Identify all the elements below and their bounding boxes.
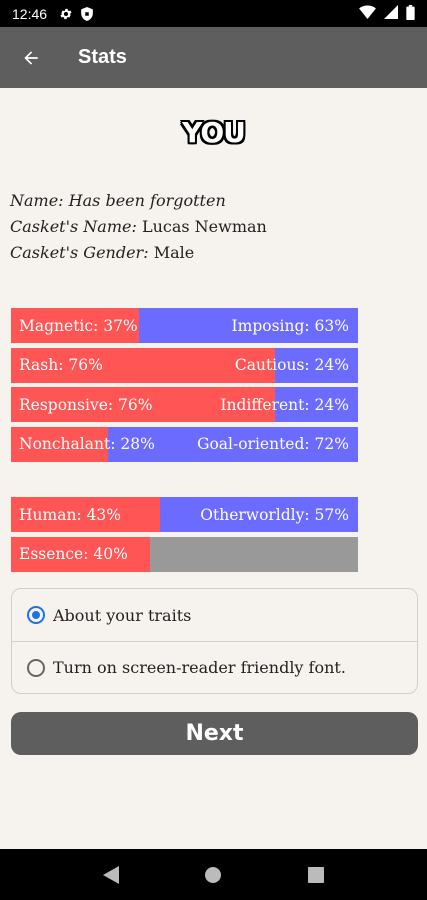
trait-bar: Magnetic: 37% Imposing: 63%: [11, 308, 358, 343]
casket-gender-key: Casket's Gender:: [10, 243, 149, 262]
bar-left-label: Essence: 40%: [19, 545, 128, 563]
option-screen-reader-font[interactable]: Turn on screen-reader friendly font.: [12, 641, 417, 693]
casket-name-line: Casket's Name: Lucas Newman: [10, 214, 267, 240]
essence-bar: Essence: 40%: [11, 536, 358, 572]
character-info: Name: Has been forgotten Casket's Name: …: [10, 188, 267, 266]
bar-right-fill: [149, 536, 358, 572]
casket-gender-value: Male: [153, 243, 195, 262]
name-value: Has been forgotten: [68, 191, 226, 210]
status-bar: 12:46: [0, 0, 427, 27]
casket-name-key: Casket's Name:: [10, 217, 137, 236]
app-bar: Stats: [0, 27, 427, 88]
shield-icon: [81, 6, 93, 21]
nature-bar: Human: 43% Otherworldly: 57%: [11, 497, 358, 532]
nav-back-icon: [103, 865, 120, 884]
trait-bar: Rash: 76% Cautious: 24%: [11, 347, 358, 383]
option-label: About your traits: [53, 605, 192, 625]
trait-bar: Responsive: 76% Indifferent: 24%: [11, 387, 358, 422]
status-time: 12:46: [12, 5, 48, 22]
battery-icon: [406, 4, 415, 23]
signal-icon: [384, 5, 398, 22]
nav-home-button[interactable]: [193, 855, 233, 895]
back-button[interactable]: [0, 27, 62, 88]
nav-back-button[interactable]: [91, 855, 131, 895]
arrow-back-icon: [24, 50, 38, 65]
wifi-icon: [359, 5, 376, 22]
nature-bars: Human: 43% Otherworldly: 57% Essence: 40…: [11, 497, 358, 576]
bar-right-label: Goal-oriented: 72%: [197, 435, 349, 453]
system-nav-bar: [0, 849, 427, 900]
bar-left-label: Human: 43%: [19, 505, 122, 524]
radio-button[interactable]: [27, 606, 45, 624]
bar-right-label: Indifferent: 24%: [220, 395, 349, 414]
bar-left-label: Rash: 76%: [19, 356, 103, 374]
bar-right-label: Imposing: 63%: [231, 316, 350, 335]
you-heading: YOU: [182, 116, 246, 149]
name-line: Name: Has been forgotten: [10, 188, 267, 214]
nav-recents-button[interactable]: [296, 855, 336, 895]
page-title: Stats: [78, 46, 127, 68]
bar-left-label: Responsive: 76%: [19, 395, 153, 414]
options-group: About your traits Turn on screen-reader …: [11, 588, 418, 694]
bar-left-label: Magnetic: 37%: [19, 316, 138, 335]
bar-right-label: Cautious: 24%: [234, 356, 349, 374]
trait-bars: Magnetic: 37% Imposing: 63% Rash: 76% Ca…: [11, 308, 358, 466]
nav-recents-icon: [307, 866, 324, 883]
trait-bar: Nonchalant: 28% Goal-oriented: 72%: [11, 426, 358, 462]
nav-home-icon: [205, 866, 222, 883]
casket-name-value: Lucas Newman: [141, 217, 267, 236]
gear-icon: [59, 7, 73, 21]
bar-right-label: Otherworldly: 57%: [200, 505, 349, 524]
radio-button[interactable]: [27, 658, 45, 677]
option-about-traits[interactable]: About your traits: [12, 589, 417, 641]
bar-left-label: Nonchalant: 28%: [19, 435, 155, 453]
next-button[interactable]: Next: [11, 712, 418, 755]
casket-gender-line: Casket's Gender: Male: [10, 240, 267, 266]
option-label: Turn on screen-reader friendly font.: [53, 658, 346, 677]
name-key: Name:: [10, 191, 64, 210]
